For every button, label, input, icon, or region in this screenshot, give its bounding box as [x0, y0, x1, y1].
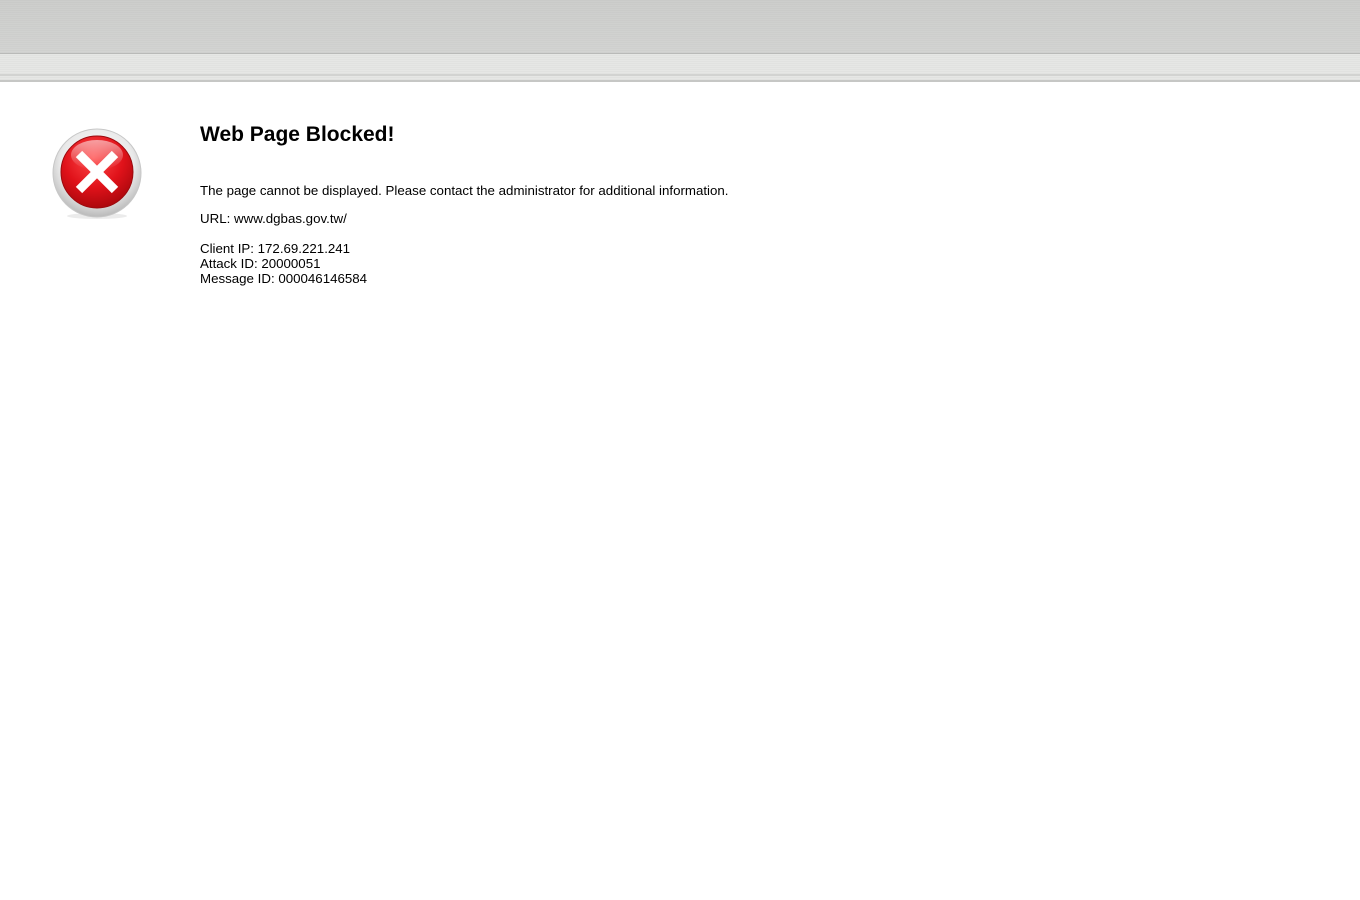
page-title: Web Page Blocked! — [200, 123, 395, 146]
client-ip: Client IP: 172.69.221.241 — [200, 241, 351, 256]
block-details: Client IP: 172.69.221.241 Attack ID: 200… — [200, 241, 367, 286]
blocked-url: URL: www.dgbas.gov.tw/ — [200, 211, 347, 226]
blocked-description: The page cannot be displayed. Please con… — [200, 183, 729, 198]
attack-id: Attack ID: 20000051 — [200, 256, 321, 271]
message-id: Message ID: 000046146584 — [200, 271, 368, 286]
header-band — [0, 0, 1360, 54]
error-x-icon — [52, 128, 142, 220]
header-strip — [0, 54, 1360, 82]
blocked-message-panel: Web Page Blocked! The page cannot be dis… — [200, 121, 1300, 286]
